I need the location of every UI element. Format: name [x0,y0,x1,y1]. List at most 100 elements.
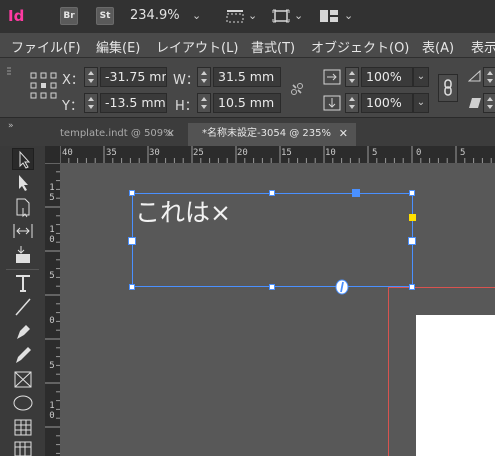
resize-handle[interactable] [408,237,416,245]
screen-mode-chevron-icon[interactable]: ⌄ [294,9,303,22]
vruler-label: 5 [49,271,55,281]
menu-object[interactable]: オブジェクト(O) [311,37,409,56]
scale-y-dropdown-chevron-icon[interactable]: ⌄ [413,93,429,113]
hruler-label: 10 [325,148,336,158]
vruler-label: 10 [49,401,55,421]
pen-tool-icon[interactable] [12,320,34,342]
h-label: H： [175,99,198,114]
hruler-label: 40 [62,148,73,158]
w-stepper[interactable] [197,67,211,87]
direct-selection-icon[interactable] [12,172,34,194]
resize-handle[interactable] [269,284,275,290]
hruler-label: 25 [193,148,204,158]
tab-untitled-label: *名称未設定-3054 @ 235% [202,128,332,139]
horizontal-ruler[interactable]: 40 35 30 25 20 15 10 5 0 5 [60,146,495,163]
rotate-stepper[interactable] [483,67,495,87]
overset-out-port-icon[interactable] [335,279,349,295]
menu-view[interactable]: 表示 [471,37,495,56]
constrain-proportions-broken-icon[interactable] [290,82,304,96]
resize-handle[interactable] [129,190,135,196]
link-icon [444,79,452,96]
tab-close-icon[interactable]: ✕ [339,123,348,145]
hruler-label: 5 [372,148,378,158]
resize-handle[interactable] [128,237,136,245]
tab-template-label: template.indt @ 509% [60,128,173,139]
control-panel: X： -31.75 mm Y： -13.5 mm W： 31.5 mm H： 1… [0,58,495,118]
screen-mode-icon[interactable] [272,9,290,23]
type-tool-icon[interactable] [12,272,34,294]
resize-handle[interactable] [129,284,135,290]
menu-file[interactable]: ファイル(F) [11,37,81,56]
tab-untitled[interactable]: *名称未設定-3054 @ 235% ✕ [188,123,356,146]
h-stepper[interactable] [197,93,211,113]
vruler-label: 5 [49,361,55,371]
bridge-button[interactable]: Br [60,7,78,25]
hruler-label: 20 [237,148,248,158]
ruler-origin[interactable] [45,146,60,163]
vruler-label: 0 [49,316,55,326]
y-stepper[interactable] [84,93,98,113]
view-options-chevron-icon[interactable]: ⌄ [248,9,257,22]
arrange-documents-icon[interactable] [319,9,339,23]
y-field[interactable]: -13.5 mm [100,93,167,113]
rectangle-frame-tool-icon[interactable] [12,368,34,390]
ellipse-tool-icon[interactable] [12,392,34,414]
in-port-handle[interactable] [352,189,360,197]
content-collector-icon[interactable] [12,244,34,266]
menu-table[interactable]: 表(A) [422,37,454,56]
live-corner-handle[interactable] [409,214,416,221]
menu-type[interactable]: 書式(T) [251,37,295,56]
vertical-ruler[interactable]: 15 10 5 0 5 10 [45,163,60,456]
view-options-icon[interactable] [226,9,244,23]
x-stepper[interactable] [84,67,98,87]
text-frame[interactable]: これは× [132,193,413,287]
margin-guide-vertical [388,287,389,456]
panel-grip-icon[interactable] [6,66,12,110]
resize-handle[interactable] [409,190,415,196]
tab-template[interactable]: template.indt @ 509% ✕ [46,123,183,146]
scale-x-field[interactable]: 100% [361,67,413,87]
resize-handle[interactable] [269,190,275,196]
tab-close-icon[interactable]: ✕ [166,123,175,145]
table-tool-icon[interactable] [12,416,34,438]
gap-tool-icon[interactable] [12,220,34,242]
h-field[interactable]: 10.5 mm [213,93,281,113]
app-bar: Id Br St 234.9% ⌄ ⌄ ⌄ ⌄ [0,0,495,33]
frame-text[interactable]: これは× [135,193,231,229]
rotate-angle-icon [468,70,481,82]
selection-tool[interactable] [12,148,34,170]
collapse-panel-icon[interactable]: » [8,121,14,131]
tools-panel [0,146,45,456]
line-tool-icon[interactable] [12,296,34,318]
document-canvas[interactable]: これは× [60,163,495,456]
shear-stepper[interactable] [483,93,495,113]
selection-arrow-icon [19,150,31,169]
hruler-label: 5 [460,148,466,158]
margin-guide-horizontal [388,287,495,288]
hruler-label: 0 [416,148,422,158]
arrange-chevron-icon[interactable]: ⌄ [344,9,353,22]
constrain-scale-button[interactable] [438,74,458,102]
scale-y-stepper[interactable] [345,93,359,113]
scale-y-icon [323,95,341,111]
menu-edit[interactable]: 編集(E) [96,37,140,56]
document-page[interactable] [416,315,495,456]
menu-bar: ファイル(F) 編集(E) レイアウト(L) 書式(T) オブジェクト(O) 表… [0,33,495,58]
x-label: X： [62,73,84,88]
resize-handle[interactable] [409,284,415,290]
pencil-tool-icon[interactable] [12,344,34,366]
scale-x-icon [323,69,341,85]
w-field[interactable]: 31.5 mm [213,67,281,87]
zoom-level[interactable]: 234.9% [130,8,180,23]
zoom-chevron-down-icon[interactable]: ⌄ [192,9,201,22]
grid-tool-icon[interactable] [12,440,34,456]
reference-point-icon[interactable] [30,72,58,100]
menu-layout[interactable]: レイアウト(L) [156,37,238,56]
page-tool-icon[interactable] [12,196,34,218]
x-field[interactable]: -31.75 mm [100,67,167,87]
scale-x-dropdown-chevron-icon[interactable]: ⌄ [413,67,429,87]
scale-x-stepper[interactable] [345,67,359,87]
stock-button[interactable]: St [96,7,114,25]
document-tab-bar: » template.indt @ 509% ✕ *名称未設定-3054 @ 2… [0,118,495,146]
scale-y-field[interactable]: 100% [361,93,413,113]
